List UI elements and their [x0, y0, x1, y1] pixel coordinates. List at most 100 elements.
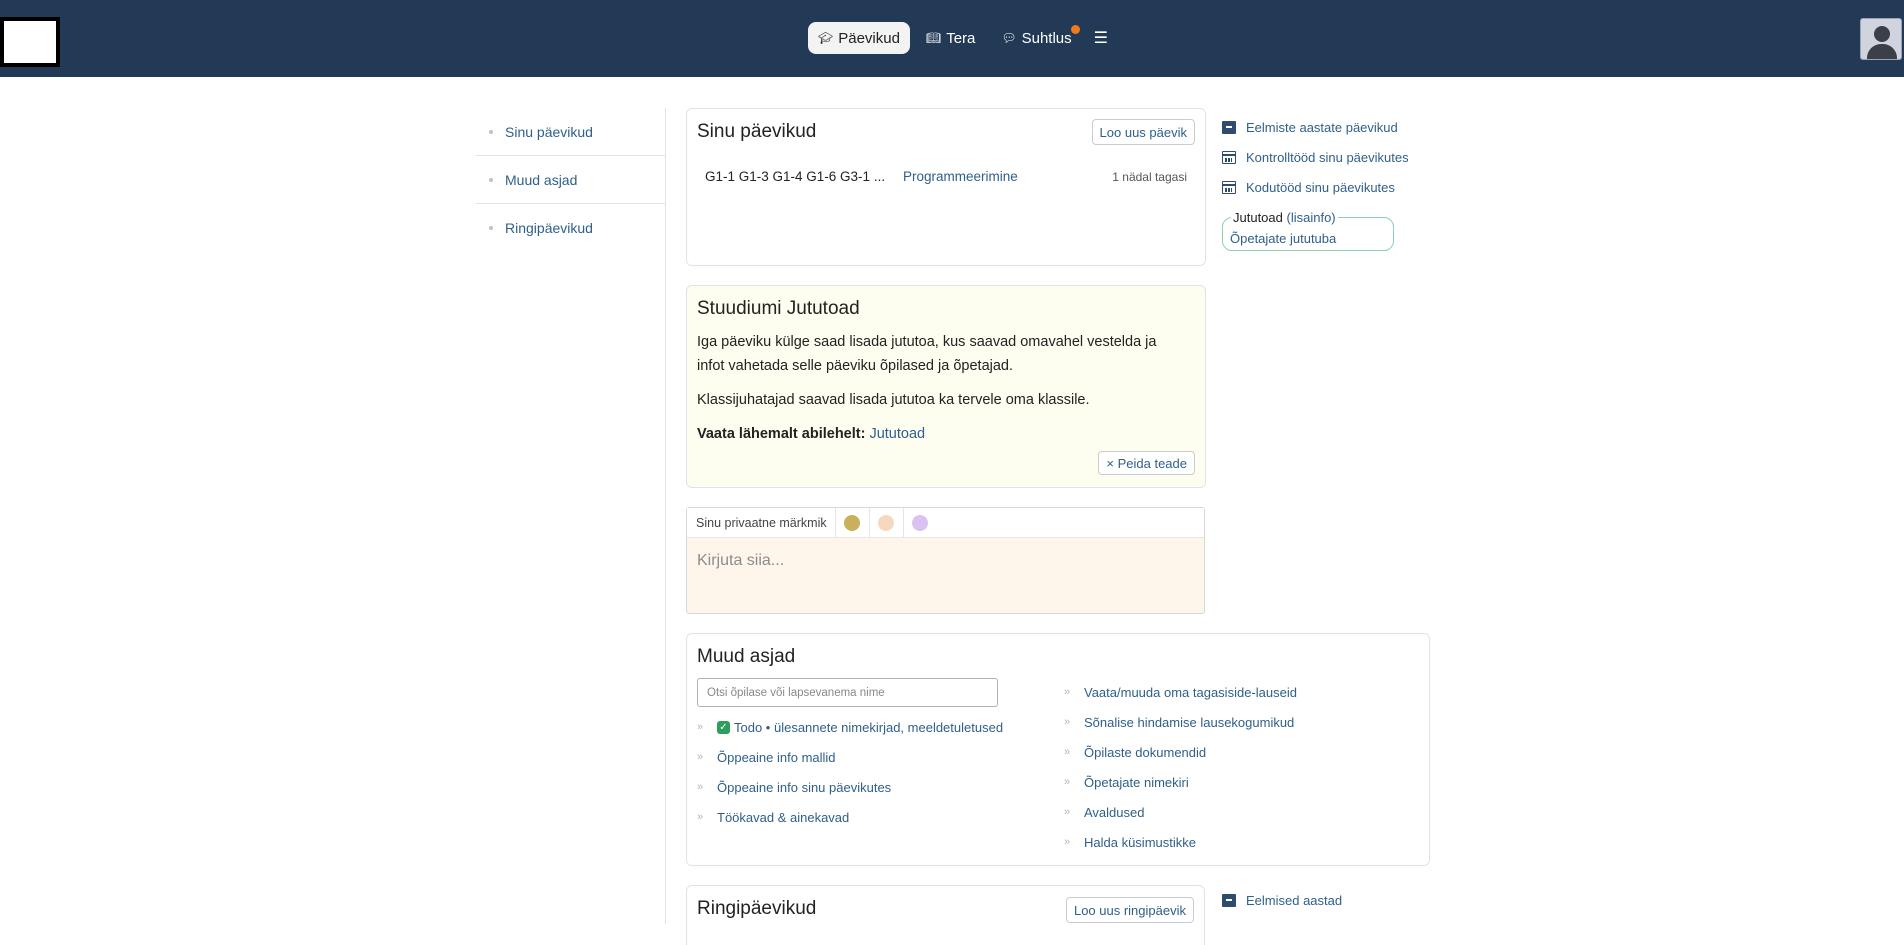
- color-swatch-1[interactable]: [834, 508, 869, 537]
- list-item-label: Õpetajate nimekiri: [1084, 774, 1189, 790]
- notebook-textarea[interactable]: Kirjuta siia...: [687, 538, 1204, 584]
- color-swatch-3[interactable]: [902, 508, 937, 537]
- list-item-label: Õpilaste dokumendid: [1084, 744, 1207, 760]
- list-item-label: Halda küsimustikke: [1084, 834, 1196, 850]
- top-navigation-bar: 🎓︎ Päevikud 📖︎ Tera 💬︎ Suhtlus ☰: [0, 0, 1904, 77]
- user-avatar[interactable]: [1860, 18, 1902, 60]
- diary-time: 1 nädal tagasi: [1112, 169, 1187, 184]
- sidebar-item-muud-asjad[interactable]: Muud asjad: [476, 156, 666, 204]
- logo-image: [4, 21, 56, 63]
- chevron-right-icon: »: [1064, 776, 1071, 788]
- chevron-right-icon: »: [697, 811, 704, 823]
- list-item-right[interactable]: » Vaata/muuda oma tagasiside-lauseid: [1064, 677, 1297, 707]
- diary-groups: G1-1 G1-3 G1-4 G1-6 G3-1 ...: [705, 169, 886, 184]
- todo-label: Todo • ülesannete nimekirjad, meeldetule…: [734, 719, 1004, 735]
- link-previous-years[interactable]: Eelmised aastad: [1222, 885, 1342, 915]
- list-item-right[interactable]: » Avaldused: [1064, 797, 1297, 827]
- info-body: Iga päeviku külge saad lisada jututoa, k…: [697, 330, 1187, 446]
- right-links: Eelmiste aastate päevikud Kontrolltööd s…: [1222, 112, 1409, 202]
- link-homework-in-diaries[interactable]: Kodutööd sinu päevikutes: [1222, 172, 1409, 202]
- list-item-todo[interactable]: » ✓ Todo • ülesannete nimekirjad, meeldetu…: [697, 712, 1003, 742]
- link-label: Eelmised aastad: [1246, 892, 1343, 908]
- chatrooms-legend-label: Jututoad: [1233, 210, 1283, 225]
- info-paragraph-1: Iga päeviku külge saad lisada jututoa, k…: [697, 334, 1157, 374]
- sidebar: Sinu päevikud Muud asjad Ringipäevikud: [476, 108, 666, 252]
- link-tests-in-diaries[interactable]: Kontrolltööd sinu päevikutes: [1222, 142, 1409, 172]
- chatrooms-info-link[interactable]: (lisainfo): [1287, 210, 1336, 225]
- list-item-label: Õppeaine info sinu päevikutes: [717, 779, 892, 795]
- list-item-right[interactable]: » Õpetajate nimekiri: [1064, 767, 1297, 797]
- nav-tera-label: Tera: [946, 29, 976, 47]
- student-search-input[interactable]: [697, 678, 998, 707]
- notebook-tab-label: Sinu privaatne märkmik: [696, 515, 827, 530]
- diary-row[interactable]: G1-1 G1-3 G1-4 G1-6 G3-1 ... Programmeer…: [705, 169, 1187, 184]
- avatar-head: [1874, 26, 1890, 42]
- nav-paevikud[interactable]: 🎓︎ Päevikud: [808, 22, 910, 54]
- nav-suhtlus-label: Suhtlus: [1021, 29, 1072, 47]
- chatrooms-legend: Jututoad (lisainfo): [1231, 210, 1338, 225]
- new-diary-button[interactable]: Loo uus päevik: [1091, 119, 1195, 145]
- color-dot-icon: [844, 514, 861, 531]
- chatrooms-box: Jututoad (lisainfo) Õpetajate jututuba: [1222, 210, 1394, 251]
- chevron-right-icon: »: [697, 751, 704, 763]
- ringi-title: Ringipäevikud: [697, 898, 817, 919]
- info-paragraph-3: Vaata lähemalt abilehelt: Jututoad: [697, 422, 1187, 446]
- calendar-icon: [1222, 180, 1236, 194]
- bullet-icon: [489, 129, 493, 134]
- list-item-label: Sõnalise hindamise lausekogumikud: [1084, 714, 1295, 730]
- bullet-icon: [489, 226, 493, 230]
- new-ringi-diary-button[interactable]: Loo uus ringipäevik: [1065, 897, 1194, 923]
- notebook-header: Sinu privaatne märkmik: [687, 508, 1204, 538]
- archive-icon: [1222, 893, 1236, 907]
- list-item-right[interactable]: » Õpilaste dokumendid: [1064, 737, 1297, 767]
- link-previous-years-diaries[interactable]: Eelmiste aastate päevikud: [1222, 112, 1409, 142]
- other-right-list: » Vaata/muuda oma tagasiside-lauseid » Sõn…: [1064, 677, 1297, 857]
- diary-subject-link[interactable]: Programmeerimine: [903, 169, 1018, 184]
- color-dot-icon: [878, 514, 895, 531]
- hide-notice-button[interactable]: × Peida teade: [1098, 451, 1195, 475]
- chatrooms-info-card: Stuudiumi Jututoad Iga päeviku külge saa…: [686, 285, 1206, 488]
- sidebar-item-label: Ringipäevikud: [505, 220, 593, 236]
- nav-suhtlus[interactable]: 💬︎ Suhtlus: [991, 22, 1081, 54]
- notification-dot: [1070, 25, 1080, 34]
- avatar-body: [1867, 44, 1897, 59]
- link-label: Eelmiste aastate päevikud: [1246, 119, 1398, 135]
- list-item-label: Õppeaine info mallid: [717, 749, 836, 765]
- nav-tera[interactable]: 📖︎ Tera: [916, 22, 985, 54]
- archive-icon: [1222, 120, 1236, 134]
- main-nav: 🎓︎ Päevikud 📖︎ Tera 💬︎ Suhtlus ☰: [808, 22, 1114, 54]
- sidebar-item-ringipaevikud[interactable]: Ringipäevikud: [476, 204, 666, 252]
- list-item-label: Vaata/muuda oma tagasiside-lauseid: [1084, 684, 1297, 700]
- diaries-card: Sinu päevikud Loo uus päevik G1-1 G1-3 G…: [686, 108, 1206, 266]
- list-item-right[interactable]: » Halda küsimustikke: [1064, 827, 1297, 857]
- graduation-cap-icon: 🎓︎: [818, 31, 834, 45]
- chevron-right-icon: »: [1064, 806, 1071, 818]
- color-dot-icon: [912, 514, 929, 531]
- bullet-icon: [489, 177, 493, 182]
- list-item-left[interactable]: » Õppeaine info mallid: [697, 742, 1003, 772]
- sidebar-divider: [665, 108, 666, 924]
- sidebar-item-label: Muud asjad: [505, 171, 578, 188]
- nav-paevikud-label: Päevikud: [838, 29, 900, 47]
- list-item-left[interactable]: » Töökavad & ainekavad: [697, 802, 1003, 832]
- color-swatch-2[interactable]: [868, 508, 903, 537]
- chevron-right-icon: »: [1064, 836, 1071, 848]
- info-help-link[interactable]: Jututoad: [869, 426, 925, 442]
- info-title: Stuudiumi Jututoad: [697, 298, 860, 319]
- other-title: Muud asjad: [697, 646, 796, 667]
- link-label: Kontrolltööd sinu päevikutes: [1246, 149, 1409, 165]
- chevron-right-icon: »: [1064, 716, 1071, 728]
- list-item-label: Avaldused: [1084, 804, 1145, 820]
- teachers-chatroom-link[interactable]: Õpetajate jututuba: [1230, 231, 1336, 246]
- hamburger-icon[interactable]: ☰: [1088, 28, 1114, 48]
- sidebar-item-sinu-paevikud[interactable]: Sinu päevikud: [476, 108, 666, 156]
- info-paragraph-2: Klassijuhatajad saavad lisada jututoa ka…: [697, 392, 1090, 408]
- calendar-icon: [1222, 150, 1236, 164]
- list-item-right[interactable]: » Sõnalise hindamise lausekogumikud: [1064, 707, 1297, 737]
- list-item-left[interactable]: » Õppeaine info sinu päevikutes: [697, 772, 1003, 802]
- app-logo[interactable]: [0, 17, 60, 67]
- other-things-card: Muud asjad » ✓ Todo • ülesannete nimekirja…: [686, 633, 1430, 866]
- check-icon: ✓: [717, 720, 730, 734]
- ringi-diaries-card: Ringipäevikud Loo uus ringipäevik: [686, 885, 1205, 945]
- chevron-right-icon: »: [1064, 746, 1071, 758]
